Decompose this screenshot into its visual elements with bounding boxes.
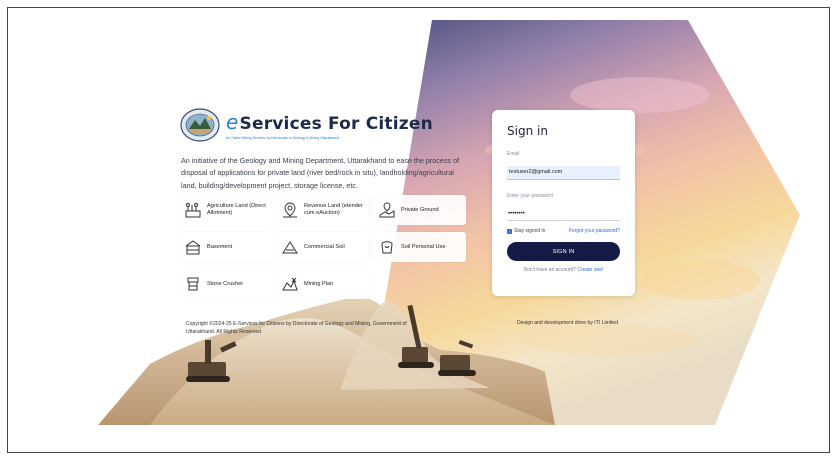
service-label: Commercial Soil (304, 243, 345, 250)
copyright-text: Copyright ©2024-25 E-Services for Citize… (186, 321, 407, 335)
signin-button[interactable]: SIGN IN (507, 242, 620, 261)
email-field[interactable] (507, 165, 620, 180)
signin-title: Sign in (507, 124, 548, 138)
service-soil-personal-use[interactable]: Soil Personal Use (374, 232, 466, 262)
service-label: Revenue Land (etender cum eAuction) (304, 203, 363, 216)
password-field[interactable] (507, 207, 620, 221)
service-label: Agriculture Land (Direct Allotment) (207, 203, 266, 216)
location-pin-icon (283, 202, 297, 218)
service-label: Soil Personal Use (401, 243, 446, 250)
services-grid: Agriculture Land (Direct Allotment) Reve… (180, 195, 466, 299)
brand-e-letter: e (226, 110, 239, 134)
design-credit: Design and development done by ITI Limit… (517, 320, 619, 326)
service-label: Basement (207, 243, 233, 250)
service-stone-crusher[interactable]: Stone Crusher (180, 269, 272, 299)
service-commercial-soil[interactable]: Commercial Soil (277, 232, 369, 262)
forgot-password-link[interactable]: Forgot your password? (569, 228, 620, 234)
agriculture-icon (185, 203, 201, 218)
commercial-soil-icon (282, 241, 298, 254)
service-mining-plan[interactable]: Mining Plan (277, 269, 369, 299)
stay-signed-in-label: Stay signed in (514, 228, 546, 234)
service-private-ground[interactable]: Private Ground (374, 195, 466, 225)
brand-title-text: Services For Citizen (239, 114, 433, 134)
signin-options-row: ✓ Stay signed in Forgot your password? (507, 228, 620, 234)
service-label: Private Ground (401, 206, 439, 213)
soil-personal-use-icon (381, 241, 393, 254)
signin-card: Sign in Email Enter your password ✓ Stay… (492, 110, 635, 296)
email-label: Email (507, 151, 520, 157)
service-agriculture-land[interactable]: Agriculture Land (Direct Allotment) (180, 195, 272, 225)
mining-plan-icon (282, 277, 298, 291)
password-label: Enter your password (507, 192, 553, 199)
brand-header: eServices For Citizen An Online Mining S… (180, 108, 433, 142)
service-label: Mining Plan (304, 280, 334, 287)
no-account-label: Don't have an account? (523, 267, 576, 273)
emblem-logo-icon (180, 108, 220, 142)
service-label: Stone Crusher (207, 280, 244, 287)
intro-text: An initiative of the Geology and Mining … (181, 156, 460, 190)
brand-title: eServices For Citizen (226, 110, 433, 134)
no-account-text: Don't have an account? Create one! (507, 267, 620, 273)
brand-subtitle: An Online Mining Services by Directorate… (226, 136, 339, 140)
basement-icon (185, 240, 201, 255)
stone-crusher-icon (187, 277, 199, 291)
create-account-link[interactable]: Create one! (577, 267, 603, 273)
service-basement[interactable]: Basement (180, 232, 272, 262)
stay-signed-in-checkbox[interactable]: ✓ Stay signed in (507, 228, 545, 234)
checkbox-checked-icon: ✓ (507, 228, 512, 234)
service-revenue-land[interactable]: Revenue Land (etender cum eAuction) (277, 195, 369, 225)
private-ground-icon (379, 202, 395, 218)
